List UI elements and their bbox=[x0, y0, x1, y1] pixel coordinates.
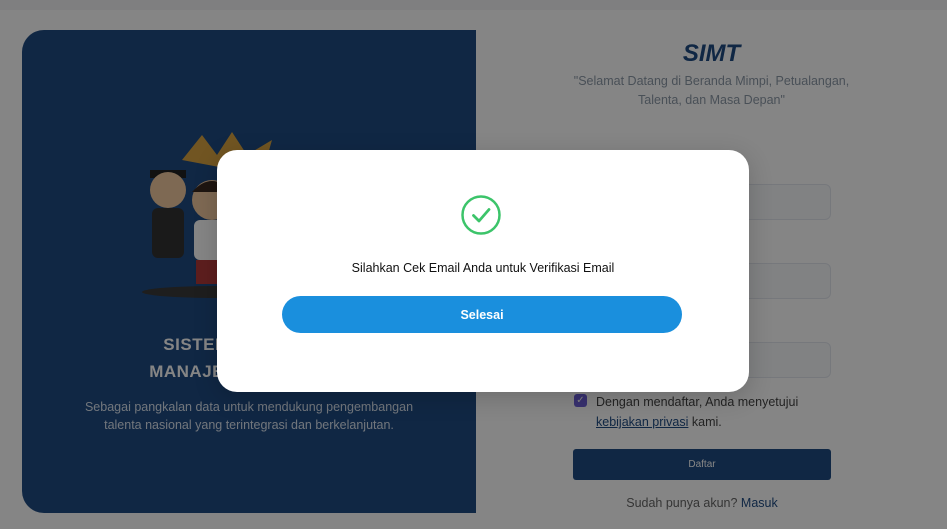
dialog-message: Silahkan Cek Email Anda untuk Verifikasi… bbox=[351, 261, 615, 275]
check-circle-icon bbox=[461, 195, 501, 235]
done-button[interactable]: Selesai bbox=[282, 296, 682, 333]
success-dialog: Silahkan Cek Email Anda untuk Verifikasi… bbox=[217, 150, 749, 392]
